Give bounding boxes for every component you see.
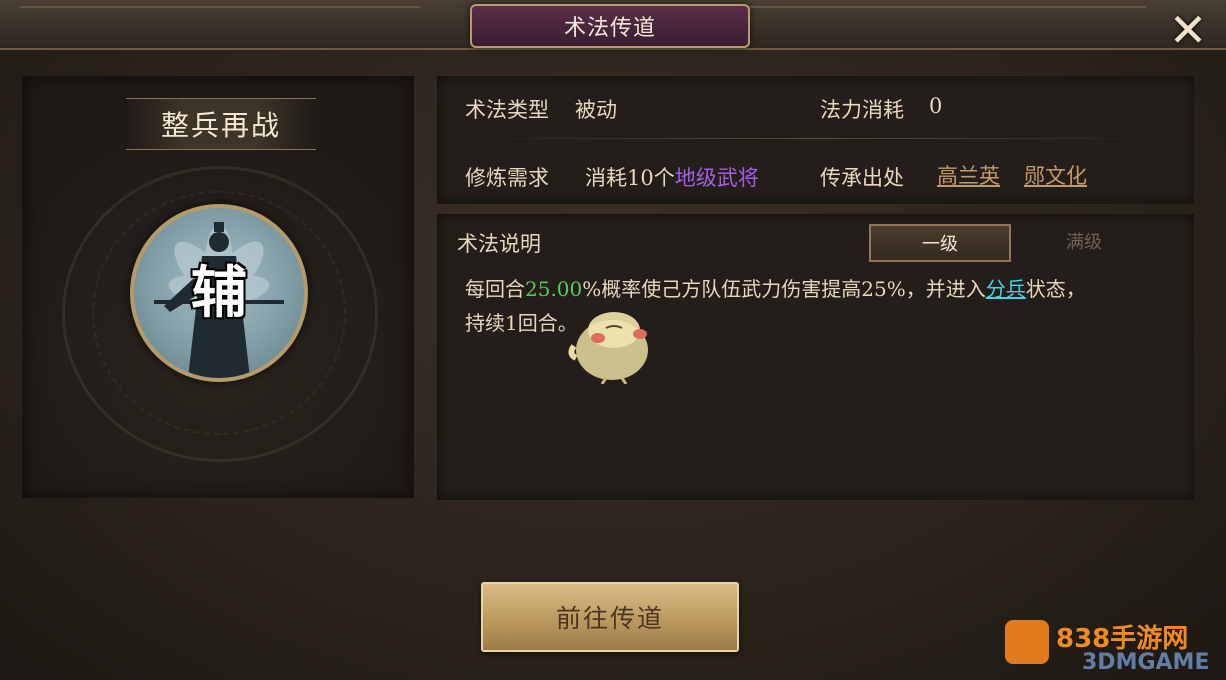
type-label: 术法类型 bbox=[465, 98, 549, 122]
go-teach-button[interactable]: 前往传道 bbox=[481, 582, 739, 652]
desc-part: 状态， bbox=[1025, 277, 1086, 301]
desc-part: 持续1回合。 bbox=[465, 311, 578, 335]
info-divider bbox=[467, 138, 1165, 139]
portrait-role-char: 辅 bbox=[191, 260, 247, 326]
frame-ornament-left bbox=[20, 6, 420, 38]
trigger-rate: 25.00 bbox=[525, 277, 583, 301]
skill-portrait: 辅 bbox=[130, 204, 308, 382]
desc-part: %概率使己方队伍武力伤害提高25%，并进入 bbox=[582, 277, 986, 301]
desc-part: 每回合 bbox=[465, 277, 525, 301]
skill-name: 整兵再战 bbox=[126, 98, 316, 150]
mana-label: 法力消耗 bbox=[820, 98, 904, 122]
skill-portrait-panel: 整兵再战 辅 bbox=[22, 76, 414, 498]
skill-info-panel: 术法类型 被动 法力消耗 0 修炼需求 消耗10个地级武将 传承出处 高兰英 郧… bbox=[437, 76, 1194, 204]
window-title: 术法传道 bbox=[470, 4, 750, 48]
skill-description-panel: 术法说明 一级 满级 每回合25.00%概率使己方队伍武力伤害提高25%，并进入… bbox=[437, 214, 1194, 500]
close-icon[interactable]: ✕ bbox=[1162, 4, 1214, 56]
inherit-label: 传承出处 bbox=[820, 166, 904, 190]
mascot-icon bbox=[568, 312, 648, 384]
train-label: 修炼需求 bbox=[465, 166, 549, 190]
watermark-brand: 3DMGAME bbox=[1082, 650, 1210, 675]
train-prefix: 消耗10个 bbox=[585, 166, 675, 190]
tab-level-one[interactable]: 一级 bbox=[869, 224, 1011, 262]
inherit-source-link[interactable]: 郧文化 bbox=[1024, 160, 1087, 190]
train-highlight: 地级武将 bbox=[674, 166, 759, 190]
description-title: 术法说明 bbox=[457, 232, 541, 256]
frame-ornament-right bbox=[746, 6, 1146, 38]
type-value: 被动 bbox=[575, 98, 617, 122]
status-link[interactable]: 分兵 bbox=[986, 277, 1026, 301]
mana-value: 0 bbox=[929, 94, 943, 118]
watermark-logo-icon bbox=[1005, 620, 1049, 664]
tab-max-level[interactable]: 满级 bbox=[1015, 224, 1153, 258]
train-requirement: 消耗10个地级武将 bbox=[585, 162, 759, 192]
inherit-source-link[interactable]: 高兰英 bbox=[937, 160, 1000, 190]
